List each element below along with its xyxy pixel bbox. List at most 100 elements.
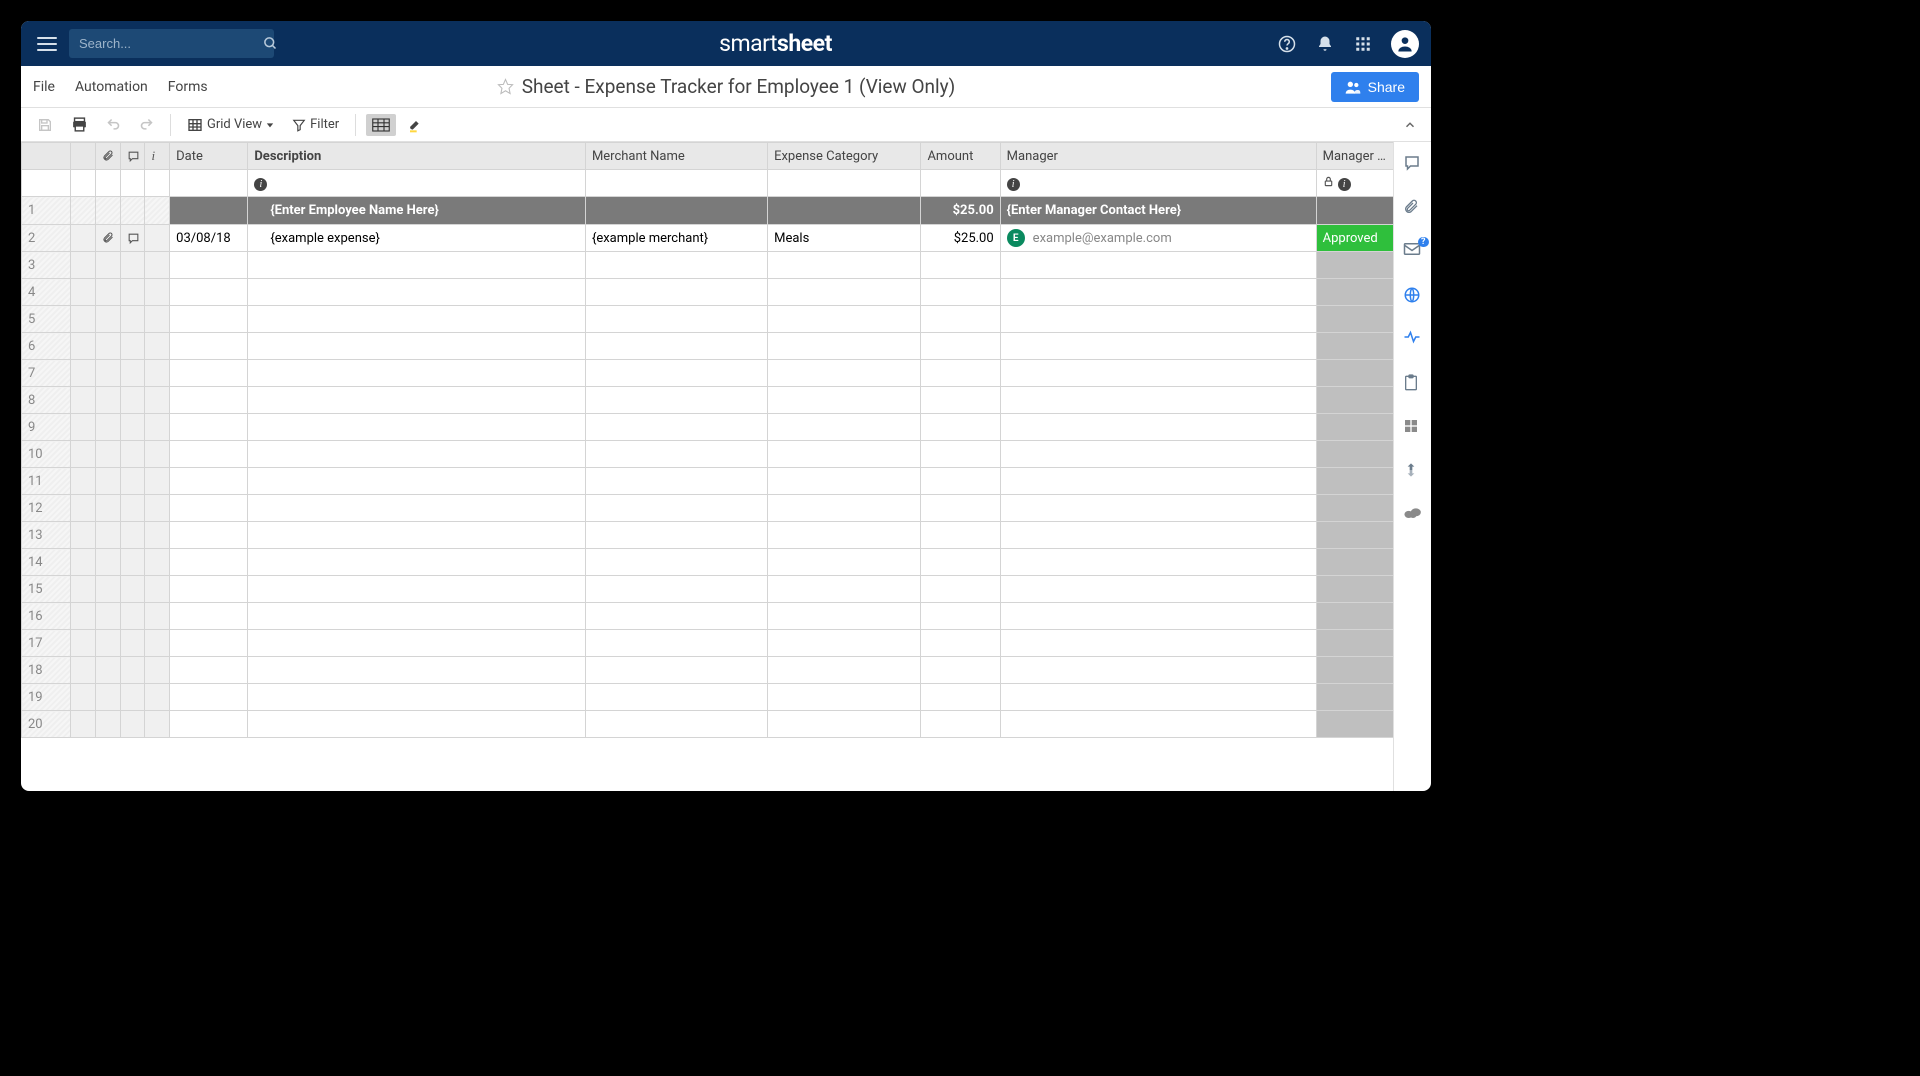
comment-header[interactable] bbox=[120, 143, 145, 170]
table-row[interactable]: 10 bbox=[22, 441, 1394, 468]
cell-manager[interactable] bbox=[1000, 603, 1316, 630]
row-comment-icon[interactable] bbox=[120, 252, 145, 279]
search-icon[interactable] bbox=[263, 36, 278, 51]
row-number[interactable]: 3 bbox=[22, 252, 71, 279]
row-comment-icon[interactable] bbox=[120, 711, 145, 738]
manager-info-icon[interactable]: i bbox=[1007, 178, 1020, 191]
row-attachment-icon[interactable] bbox=[96, 495, 121, 522]
row-number[interactable]: 14 bbox=[22, 549, 71, 576]
cell-manager[interactable] bbox=[1000, 333, 1316, 360]
cell-approval[interactable] bbox=[1316, 441, 1393, 468]
cell-amount[interactable] bbox=[921, 468, 1000, 495]
cell-description[interactable] bbox=[248, 306, 586, 333]
cell-date[interactable] bbox=[170, 657, 248, 684]
cell-merchant[interactable] bbox=[585, 387, 767, 414]
cell-amount[interactable] bbox=[921, 360, 1000, 387]
col-manager[interactable]: Manager bbox=[1000, 143, 1316, 170]
row-comment-icon[interactable] bbox=[120, 387, 145, 414]
user-avatar-icon[interactable] bbox=[1391, 30, 1419, 58]
row-attachment-icon[interactable] bbox=[96, 711, 121, 738]
cell-amount[interactable] bbox=[921, 387, 1000, 414]
row-comment-icon[interactable] bbox=[120, 603, 145, 630]
row-number[interactable]: 2 bbox=[22, 225, 71, 252]
cell-amount[interactable] bbox=[921, 414, 1000, 441]
cell-category[interactable] bbox=[768, 333, 921, 360]
row-comment-icon[interactable] bbox=[120, 306, 145, 333]
cell-merchant[interactable] bbox=[585, 576, 767, 603]
publish-panel-icon[interactable] bbox=[1403, 286, 1423, 306]
row-attachment-icon[interactable] bbox=[96, 225, 121, 252]
cell-merchant[interactable] bbox=[585, 684, 767, 711]
summary-amount[interactable]: $25.00 bbox=[921, 197, 1000, 225]
row-attachment-icon[interactable] bbox=[96, 252, 121, 279]
cell-amount[interactable] bbox=[921, 522, 1000, 549]
row-attachment-icon[interactable] bbox=[96, 306, 121, 333]
cell-manager[interactable] bbox=[1000, 414, 1316, 441]
integrations-panel-icon[interactable] bbox=[1403, 418, 1423, 438]
row-number[interactable]: 10 bbox=[22, 441, 71, 468]
cell-manager[interactable] bbox=[1000, 306, 1316, 333]
cell-category[interactable] bbox=[768, 441, 921, 468]
cell-merchant[interactable] bbox=[585, 603, 767, 630]
cell-merchant[interactable] bbox=[585, 441, 767, 468]
cell-manager[interactable] bbox=[1000, 279, 1316, 306]
cell-approval[interactable] bbox=[1316, 603, 1393, 630]
row-comment-icon[interactable] bbox=[120, 522, 145, 549]
table-row[interactable]: 4 bbox=[22, 279, 1394, 306]
cell-manager[interactable] bbox=[1000, 387, 1316, 414]
cell-category[interactable] bbox=[768, 603, 921, 630]
share-button[interactable]: Share bbox=[1331, 72, 1419, 102]
cell-merchant[interactable] bbox=[585, 522, 767, 549]
cell-amount[interactable]: $25.00 bbox=[921, 225, 1000, 252]
table-row[interactable]: 7 bbox=[22, 360, 1394, 387]
cell-description[interactable] bbox=[248, 630, 586, 657]
cell-manager[interactable] bbox=[1000, 684, 1316, 711]
row-attachment-icon[interactable] bbox=[96, 468, 121, 495]
cell-approval[interactable] bbox=[1316, 684, 1393, 711]
cell-date[interactable] bbox=[170, 711, 248, 738]
cell-date[interactable] bbox=[170, 414, 248, 441]
cell-amount[interactable] bbox=[921, 441, 1000, 468]
row-attachment-icon[interactable] bbox=[96, 414, 121, 441]
cell-description[interactable] bbox=[248, 279, 586, 306]
row-number[interactable]: 1 bbox=[22, 197, 71, 225]
cell-merchant[interactable] bbox=[585, 711, 767, 738]
table-row[interactable]: 9 bbox=[22, 414, 1394, 441]
row-attachment-icon[interactable] bbox=[96, 333, 121, 360]
cell-date[interactable] bbox=[170, 252, 248, 279]
row-comment-icon[interactable] bbox=[120, 657, 145, 684]
cell-approval[interactable]: Approved bbox=[1316, 225, 1393, 252]
expand-header[interactable] bbox=[71, 143, 96, 170]
summary-panel-icon[interactable] bbox=[1403, 374, 1423, 394]
highlight-icon[interactable] bbox=[402, 113, 430, 137]
table-row[interactable]: 8 bbox=[22, 387, 1394, 414]
data-grid[interactable]: i Date Description Merchant Name Expense… bbox=[21, 142, 1393, 738]
cell-manager[interactable] bbox=[1000, 441, 1316, 468]
cell-category[interactable] bbox=[768, 684, 921, 711]
cell-date[interactable] bbox=[170, 549, 248, 576]
row-attachment-icon[interactable] bbox=[96, 522, 121, 549]
row-comment-icon[interactable] bbox=[120, 630, 145, 657]
cell-manager[interactable] bbox=[1000, 576, 1316, 603]
connector-salesforce-icon[interactable] bbox=[1403, 506, 1423, 526]
cell-approval[interactable] bbox=[1316, 306, 1393, 333]
table-row[interactable]: 11 bbox=[22, 468, 1394, 495]
connector-jira-icon[interactable] bbox=[1403, 462, 1423, 482]
menu-automation[interactable]: Automation bbox=[75, 79, 148, 95]
collapse-toolbar-icon[interactable] bbox=[1399, 114, 1421, 136]
favorite-star-icon[interactable] bbox=[497, 78, 514, 95]
row-comment-icon[interactable] bbox=[120, 441, 145, 468]
cell-date[interactable] bbox=[170, 630, 248, 657]
row-comment-icon[interactable] bbox=[120, 279, 145, 306]
cell-category[interactable] bbox=[768, 549, 921, 576]
table-row[interactable]: 2 03/08/18 {example expense} {example me… bbox=[22, 225, 1394, 252]
summary-description[interactable]: {Enter Employee Name Here} bbox=[248, 197, 586, 225]
cell-manager[interactable] bbox=[1000, 549, 1316, 576]
search-box[interactable] bbox=[69, 29, 274, 58]
cell-merchant[interactable] bbox=[585, 657, 767, 684]
attachment-header[interactable] bbox=[96, 143, 121, 170]
cell-date[interactable] bbox=[170, 306, 248, 333]
cell-description[interactable] bbox=[248, 657, 586, 684]
row-comment-icon[interactable] bbox=[120, 684, 145, 711]
row-comment-icon[interactable] bbox=[120, 495, 145, 522]
